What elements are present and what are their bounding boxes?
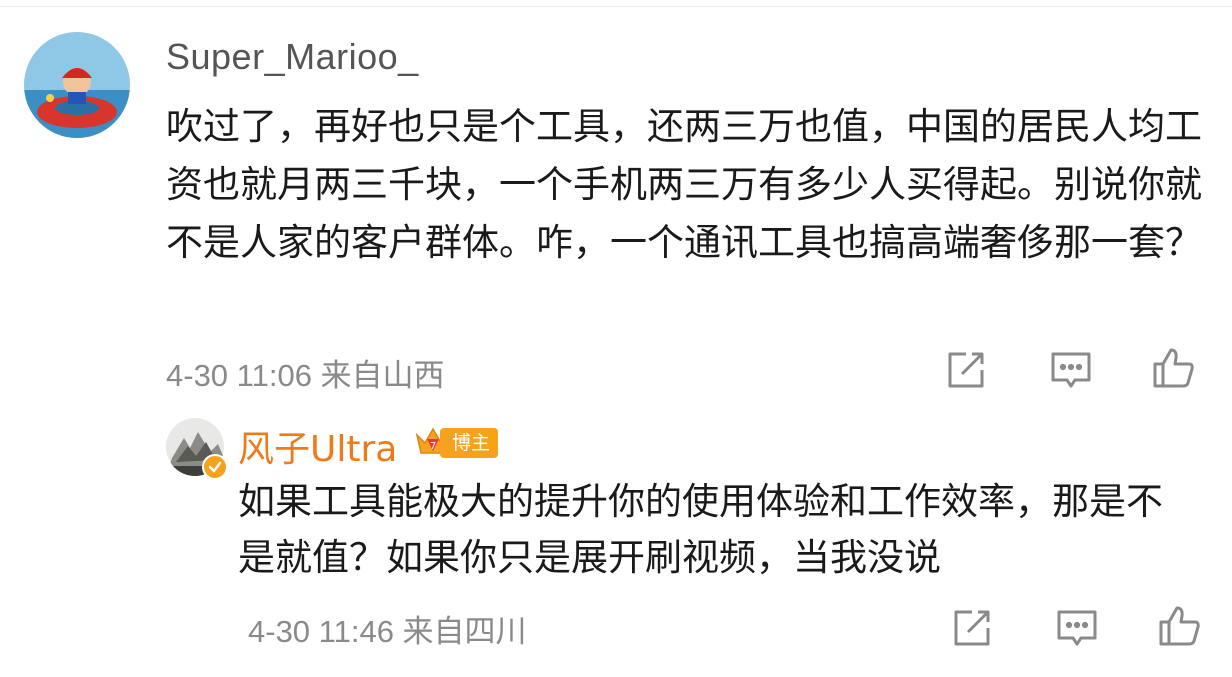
comment-meta: 4-30 11:06 来自山西: [166, 358, 445, 393]
avatar[interactable]: [24, 32, 130, 138]
comment-icon[interactable]: [1055, 606, 1099, 650]
comment-body: 吹过了，再好也只是个工具，还两三万也值，中国的居民人均工资也就月两三千块，一个手…: [166, 105, 1202, 264]
reply-body: 如果工具能极大的提升你的使用体验和工作效率，那是不是就值？如果你只是展开刷视频，…: [238, 480, 1163, 579]
reply-meta: 4-30 11:46 来自四川: [248, 614, 527, 649]
like-icon[interactable]: [1157, 604, 1201, 648]
share-icon[interactable]: [950, 606, 994, 650]
comment-icon[interactable]: [1049, 348, 1093, 392]
top-divider: [0, 6, 1232, 7]
svg-text:7: 7: [430, 441, 436, 452]
comment-username[interactable]: Super_Marioo_: [166, 36, 419, 78]
blogger-badge: 博主: [440, 428, 499, 458]
reply-username[interactable]: 风子Ultra: [238, 420, 397, 472]
verified-badge-icon: [202, 454, 228, 480]
share-icon[interactable]: [944, 348, 988, 392]
like-icon[interactable]: [1151, 346, 1195, 390]
